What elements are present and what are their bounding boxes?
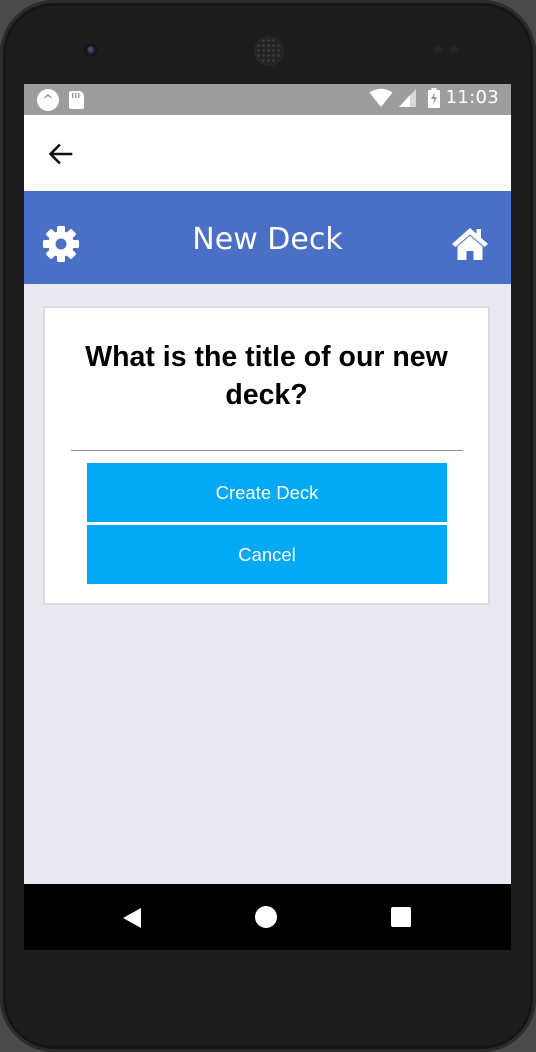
sd-card-icon bbox=[69, 91, 84, 109]
light-sensor bbox=[450, 45, 458, 53]
cell-signal-icon bbox=[398, 88, 416, 107]
earpiece-speaker bbox=[256, 38, 282, 64]
home-button[interactable] bbox=[450, 225, 490, 263]
front-camera bbox=[84, 43, 98, 57]
proximity-sensor bbox=[434, 45, 442, 53]
deck-title-input[interactable] bbox=[71, 425, 463, 451]
battery-charging-icon bbox=[427, 87, 440, 108]
page-title: New Deck bbox=[192, 222, 343, 257]
home-circle-icon[interactable] bbox=[255, 906, 277, 928]
phone-frame: ^ 11:03 New Deck What is the title of ou… bbox=[0, 0, 536, 1052]
cancel-button[interactable]: Cancel bbox=[87, 525, 447, 584]
arrow-left-icon bbox=[48, 143, 73, 165]
wifi-icon bbox=[369, 88, 393, 107]
app-screen: ^ 11:03 New Deck What is the title of ou… bbox=[24, 84, 511, 950]
back-triangle-icon[interactable] bbox=[122, 907, 142, 929]
create-deck-button[interactable]: Create Deck bbox=[87, 463, 447, 522]
new-deck-card: What is the title of our new deck? Creat… bbox=[43, 306, 490, 605]
status-right-icons: 11:03 bbox=[369, 87, 499, 108]
home-icon bbox=[452, 228, 488, 260]
back-button[interactable] bbox=[46, 139, 76, 169]
status-bar: ^ 11:03 bbox=[24, 84, 511, 115]
top-navigation-bar bbox=[24, 115, 511, 191]
recents-square-icon[interactable] bbox=[391, 907, 411, 927]
expo-icon: ^ bbox=[37, 89, 59, 111]
deck-title-question: What is the title of our new deck? bbox=[85, 341, 448, 411]
status-left-icons: ^ bbox=[37, 89, 84, 111]
status-time: 11:03 bbox=[445, 87, 499, 108]
system-navigation-bar bbox=[24, 884, 511, 950]
app-header: New Deck bbox=[24, 191, 511, 284]
